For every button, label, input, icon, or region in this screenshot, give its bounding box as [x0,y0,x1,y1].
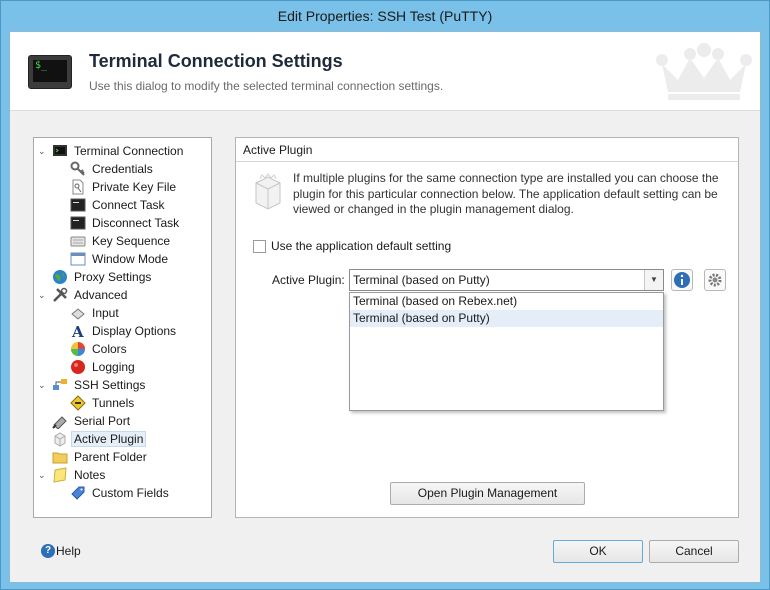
tunnel-icon [70,395,86,411]
tree-item-label: Terminal Connection [74,144,184,158]
active-plugin-select[interactable]: Terminal (based on Putty) ▼ [349,269,664,291]
tree-item-label: Display Options [92,324,177,338]
tree-item-label: Connect Task [92,198,165,212]
tree-item-label: Input [92,306,119,320]
dropdown-option[interactable]: Terminal (based on Rebex.net) [350,293,663,310]
panel-title: Active Plugin [236,138,738,162]
console-icon [70,198,86,212]
tree-item-label: Serial Port [74,414,131,428]
tree-item-credentials[interactable]: Credentials [70,160,156,178]
terminal-icon [53,145,67,156]
tree-item-label: Tunnels [92,396,135,410]
crown-logo-icon [656,43,752,100]
tree-item-label: Private Key File [92,180,177,194]
tree-item-active-plugin[interactable]: Active Plugin [52,430,147,448]
tree-item-key-sequence[interactable]: Key Sequence [70,232,173,250]
notes-icon [53,467,67,483]
plugin-package-icon [255,173,281,210]
tree-item-advanced[interactable]: Advanced [52,286,130,304]
plugin-icon [54,432,66,447]
tree-item-label: SSH Settings [74,378,146,392]
active-plugin-dropdown-list[interactable]: Terminal (based on Rebex.net) Terminal (… [349,292,664,411]
record-icon [71,360,85,374]
dialog-header: $_ Terminal Connection Settings Use this… [10,32,760,111]
plugin-settings-button[interactable] [704,269,726,291]
terminal-icon: $_ [28,55,72,89]
chevron-down-icon[interactable]: ⌄ [38,380,48,390]
tree-item-connect-task[interactable]: Connect Task [70,196,168,214]
key-icon [70,161,85,176]
font-icon: A [71,323,84,339]
tree-item-label: Parent Folder [74,450,147,464]
tree-item-input[interactable]: Input [70,304,122,322]
tree-item-custom-fields[interactable]: Custom Fields [70,484,172,502]
page-subtitle: Use this dialog to modify the selected t… [89,79,444,93]
key-file-icon [72,179,84,195]
tree-item-label: Advanced [74,288,128,302]
ok-button[interactable]: OK [553,540,643,563]
input-icon [71,308,85,320]
dialog-window: Edit Properties: SSH Test (PuTTY) $_ Ter… [0,0,770,590]
chevron-down-icon[interactable]: ▼ [644,270,663,290]
use-default-checkbox[interactable] [253,239,266,253]
dialog-client: $_ Terminal Connection Settings Use this… [9,31,761,583]
tree-item-label: Proxy Settings [74,270,152,284]
globe-icon [53,270,67,284]
tree-item-label: Window Mode [92,252,169,266]
chevron-down-icon[interactable]: ⌄ [38,290,48,300]
tree-item-logging[interactable]: Logging [70,358,138,376]
tree-item-label: Logging [92,360,135,374]
panel-description: If multiple plugins for the same connect… [293,171,719,216]
help-link[interactable]: ? Help [41,544,81,558]
active-plugin-panel: Active Plugin If multiple plugins for th… [235,137,739,518]
terminal-icon-prompt: $_ [33,60,67,82]
tree-item-label: Notes [74,468,106,482]
settings-tree[interactable]: ⌄ Terminal Connection Credentials Private K… [33,137,212,518]
console-icon [70,216,86,230]
tree-item-ssh-settings[interactable]: SSH Settings [52,376,148,394]
info-icon [674,272,690,288]
tree-item-serial-port[interactable]: Serial Port [52,412,133,430]
svg-text:A: A [71,323,84,339]
open-plugin-management-button[interactable]: Open Plugin Management [390,482,585,505]
tree-item-private-key-file[interactable]: Private Key File [70,178,179,196]
tree-item-terminal-connection[interactable]: Terminal Connection [52,142,186,160]
tree-item-label: Credentials [92,162,153,176]
window-title: Edit Properties: SSH Test (PuTTY) [277,8,493,24]
help-icon: ? [41,544,55,558]
tree-item-proxy-settings[interactable]: Proxy Settings [52,268,154,286]
plugin-info-button[interactable] [671,269,693,291]
keyboard-icon [70,236,86,247]
gear-icon [708,273,722,287]
tree-item-label: Disconnect Task [92,216,180,230]
tree-item-colors[interactable]: Colors [70,340,130,358]
serial-port-icon [52,416,67,429]
use-default-label: Use the application default setting [271,239,452,253]
use-default-checkbox-row[interactable]: Use the application default setting [253,239,451,253]
chevron-down-icon[interactable]: ⌄ [38,470,48,480]
active-plugin-value: Terminal (based on Putty) [353,273,490,287]
page-title: Terminal Connection Settings [89,51,343,71]
tree-item-label: Key Sequence [92,234,171,248]
help-label: Help [56,544,81,558]
tree-item-disconnect-task[interactable]: Disconnect Task [70,214,182,232]
network-icon [53,379,67,390]
tree-item-window-mode[interactable]: Window Mode [70,250,171,268]
tree-item-display-options[interactable]: A Display Options [70,322,179,340]
window-icon [70,252,86,266]
tree-item-label: Colors [92,342,127,356]
folder-icon [52,452,68,464]
tools-icon [53,287,68,302]
color-wheel-icon [71,342,85,356]
tree-item-parent-folder[interactable]: Parent Folder [52,448,150,466]
active-plugin-label: Active Plugin: [272,273,345,287]
tree-item-label: Custom Fields [92,486,169,500]
cancel-button[interactable]: Cancel [649,540,739,563]
dropdown-option[interactable]: Terminal (based on Putty) [350,310,663,327]
tree-item-tunnels[interactable]: Tunnels [70,394,137,412]
chevron-down-icon[interactable]: ⌄ [38,146,48,156]
tree-item-notes[interactable]: Notes [52,466,108,484]
tree-item-label: Active Plugin [71,431,147,447]
tag-icon [71,486,85,500]
